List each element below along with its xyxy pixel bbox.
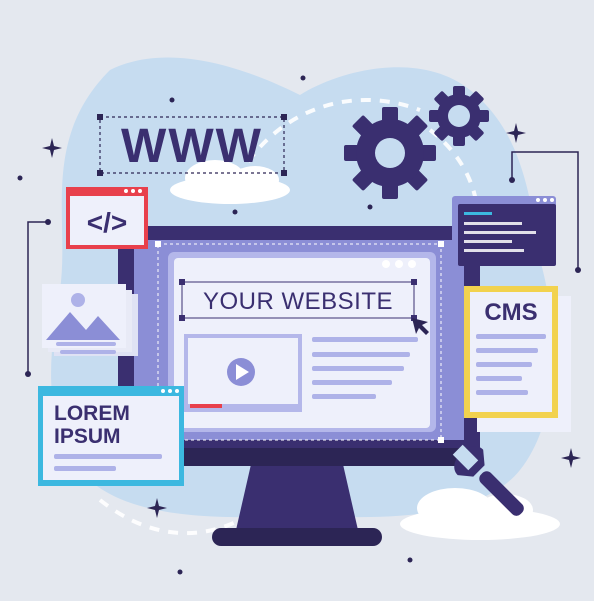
- lorem-card: LOREM IPSUM: [38, 386, 184, 486]
- code-icon: </>: [66, 187, 148, 249]
- cms-card: CMS: [464, 286, 571, 432]
- gear-small-icon: [429, 86, 489, 146]
- code-window: [452, 196, 556, 266]
- cms-label: CMS: [484, 299, 537, 326]
- lorem-line2: IPSUM: [54, 425, 121, 448]
- website-title: YOUR WEBSITE: [203, 288, 393, 315]
- lorem-line1: LOREM: [54, 402, 130, 425]
- www-selection: WWW: [97, 114, 287, 176]
- code-icon-text: </>: [87, 207, 127, 238]
- illustration: WWW YOUR WEBSITE CMS </> LOREM IPSUM: [17, 57, 581, 575]
- image-icon: [42, 284, 138, 356]
- gear-icon: [344, 107, 436, 199]
- www-headline: WWW: [121, 120, 263, 173]
- video-player: [184, 334, 302, 412]
